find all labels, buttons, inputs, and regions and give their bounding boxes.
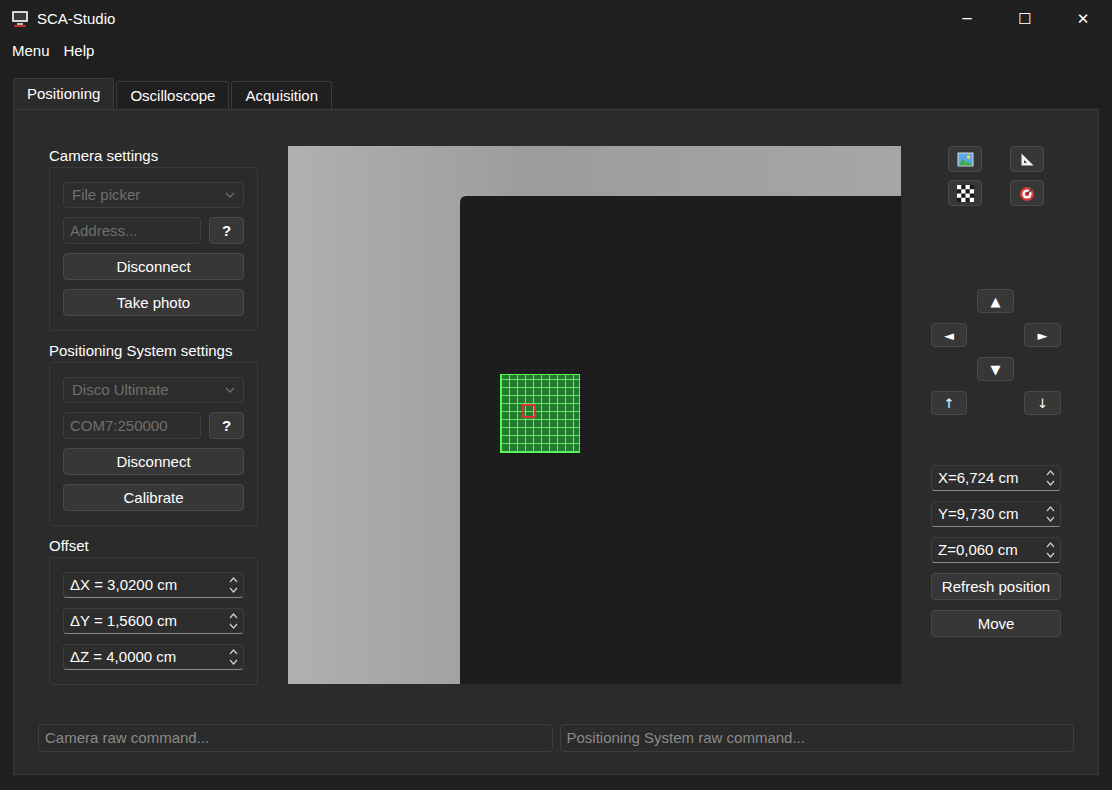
menu-item[interactable]: Help — [57, 42, 102, 60]
address-input[interactable] — [63, 217, 201, 244]
position-y-spinbox[interactable] — [931, 501, 1061, 527]
title-bar: SCA-Studio ─ ☐ ✕ — [0, 0, 1112, 38]
close-button[interactable]: ✕ — [1054, 0, 1112, 38]
camera-raw-command-input[interactable] — [38, 724, 553, 752]
minimize-button[interactable]: ─ — [938, 0, 996, 38]
position-x-spinbox[interactable] — [931, 465, 1061, 491]
z-down-button[interactable]: ↓ — [1024, 391, 1061, 415]
z-up-button[interactable]: ↑ — [931, 391, 967, 415]
address-row: ? — [63, 217, 244, 244]
target-icon — [1019, 185, 1036, 202]
position-y-input[interactable] — [932, 505, 1044, 523]
move-down-button[interactable]: ▼ — [977, 357, 1014, 381]
calibrate-button[interactable]: Calibrate — [63, 484, 244, 511]
image-button[interactable] — [948, 146, 982, 172]
spin-arrows[interactable] — [227, 649, 243, 665]
select-value: Disco Ultimate — [72, 381, 169, 399]
chevron-icon — [225, 387, 235, 393]
spin-down-icon[interactable] — [1046, 480, 1055, 486]
target-button[interactable] — [1010, 180, 1044, 206]
positioning-raw-command-input[interactable] — [560, 724, 1075, 752]
take-photo-button[interactable]: Take photo — [63, 289, 244, 316]
probe-target-marker[interactable] — [522, 404, 536, 418]
tab[interactable]: Oscilloscope — [116, 81, 229, 109]
tool-buttons — [931, 146, 1061, 206]
picture-icon — [957, 151, 974, 168]
chevron-icon — [225, 192, 235, 198]
offset-z-input[interactable] — [64, 648, 227, 666]
position-z-spinbox[interactable] — [931, 537, 1061, 563]
help-button[interactable]: ? — [209, 412, 244, 439]
menu-item[interactable]: Menu — [5, 42, 57, 60]
position-z-input[interactable] — [932, 541, 1044, 559]
tab-strip: Positioning Oscilloscope Acquisition — [13, 78, 1099, 109]
spin-arrows[interactable] — [227, 577, 243, 593]
spin-down-icon[interactable] — [1046, 516, 1055, 522]
maximize-button[interactable]: ☐ — [996, 0, 1054, 38]
select-value: File picker — [72, 186, 140, 204]
set-square-icon — [1019, 151, 1036, 168]
positioning-settings-group: Disco Ultimate ? Disconnect Calibrate — [49, 362, 258, 526]
spin-arrows[interactable] — [1044, 542, 1060, 558]
control-column: ▲ ◄ ► ▼ ↑ ↓ — [931, 146, 1061, 684]
camera-settings-group: File picker ? Disconnect Take photo — [49, 167, 258, 331]
grid-button[interactable] — [948, 180, 982, 206]
spin-down-icon[interactable] — [1046, 552, 1055, 558]
spin-up-icon[interactable] — [229, 613, 238, 619]
spin-up-icon[interactable] — [1046, 470, 1055, 476]
positioning-system-select[interactable]: Disco Ultimate — [63, 377, 244, 403]
move-button[interactable]: Move — [931, 610, 1061, 637]
group-label: Offset — [49, 536, 258, 557]
refresh-position-button[interactable]: Refresh position — [931, 573, 1061, 600]
move-up-button[interactable]: ▲ — [977, 289, 1014, 313]
spin-down-icon[interactable] — [229, 623, 238, 629]
positioning-disconnect-button[interactable]: Disconnect — [63, 448, 244, 475]
spin-arrows[interactable] — [1044, 470, 1060, 486]
spin-arrows[interactable] — [1044, 506, 1060, 522]
offset-x-spinbox[interactable] — [63, 572, 244, 598]
camera-source-select[interactable]: File picker — [63, 182, 244, 208]
help-button[interactable]: ? — [209, 217, 244, 244]
tab-panel: Camera settings File picker ? Disconnect… — [13, 109, 1099, 775]
spin-up-icon[interactable] — [1046, 506, 1055, 512]
spin-up-icon[interactable] — [1046, 542, 1055, 548]
scan-area-grid[interactable] — [500, 374, 580, 453]
raw-command-row — [38, 724, 1074, 752]
spin-up-icon[interactable] — [229, 649, 238, 655]
tab[interactable]: Positioning — [13, 78, 114, 109]
spin-up-icon[interactable] — [229, 577, 238, 583]
group-label: Positioning System settings — [49, 341, 258, 362]
camera-view[interactable] — [288, 146, 901, 684]
position-x-input[interactable] — [932, 469, 1044, 487]
checkerboard-icon — [957, 185, 974, 202]
port-row: ? — [63, 412, 244, 439]
position-group: Refresh position Move — [931, 465, 1061, 637]
spin-down-icon[interactable] — [229, 659, 238, 665]
main-area: Camera settings File picker ? Disconnect… — [38, 146, 1074, 684]
offset-y-spinbox[interactable] — [63, 608, 244, 634]
port-input[interactable] — [63, 412, 201, 439]
measure-button[interactable] — [1010, 146, 1044, 172]
app-icon — [10, 9, 30, 29]
offset-x-input[interactable] — [64, 576, 227, 594]
settings-column: Camera settings File picker ? Disconnect… — [49, 146, 258, 684]
group-label: Camera settings — [49, 146, 258, 167]
offset-y-input[interactable] — [64, 612, 227, 630]
spin-down-icon[interactable] — [229, 587, 238, 593]
window-title: SCA-Studio — [37, 10, 115, 28]
move-left-button[interactable]: ◄ — [931, 323, 967, 347]
offset-group — [49, 557, 258, 685]
jog-pad: ▲ ◄ ► ▼ ↑ ↓ — [931, 289, 1061, 415]
move-right-button[interactable]: ► — [1024, 323, 1061, 347]
tab[interactable]: Acquisition — [231, 81, 332, 109]
menu-bar: Menu Help — [0, 38, 1112, 64]
offset-z-spinbox[interactable] — [63, 644, 244, 670]
camera-disconnect-button[interactable]: Disconnect — [63, 253, 244, 280]
spin-arrows[interactable] — [227, 613, 243, 629]
